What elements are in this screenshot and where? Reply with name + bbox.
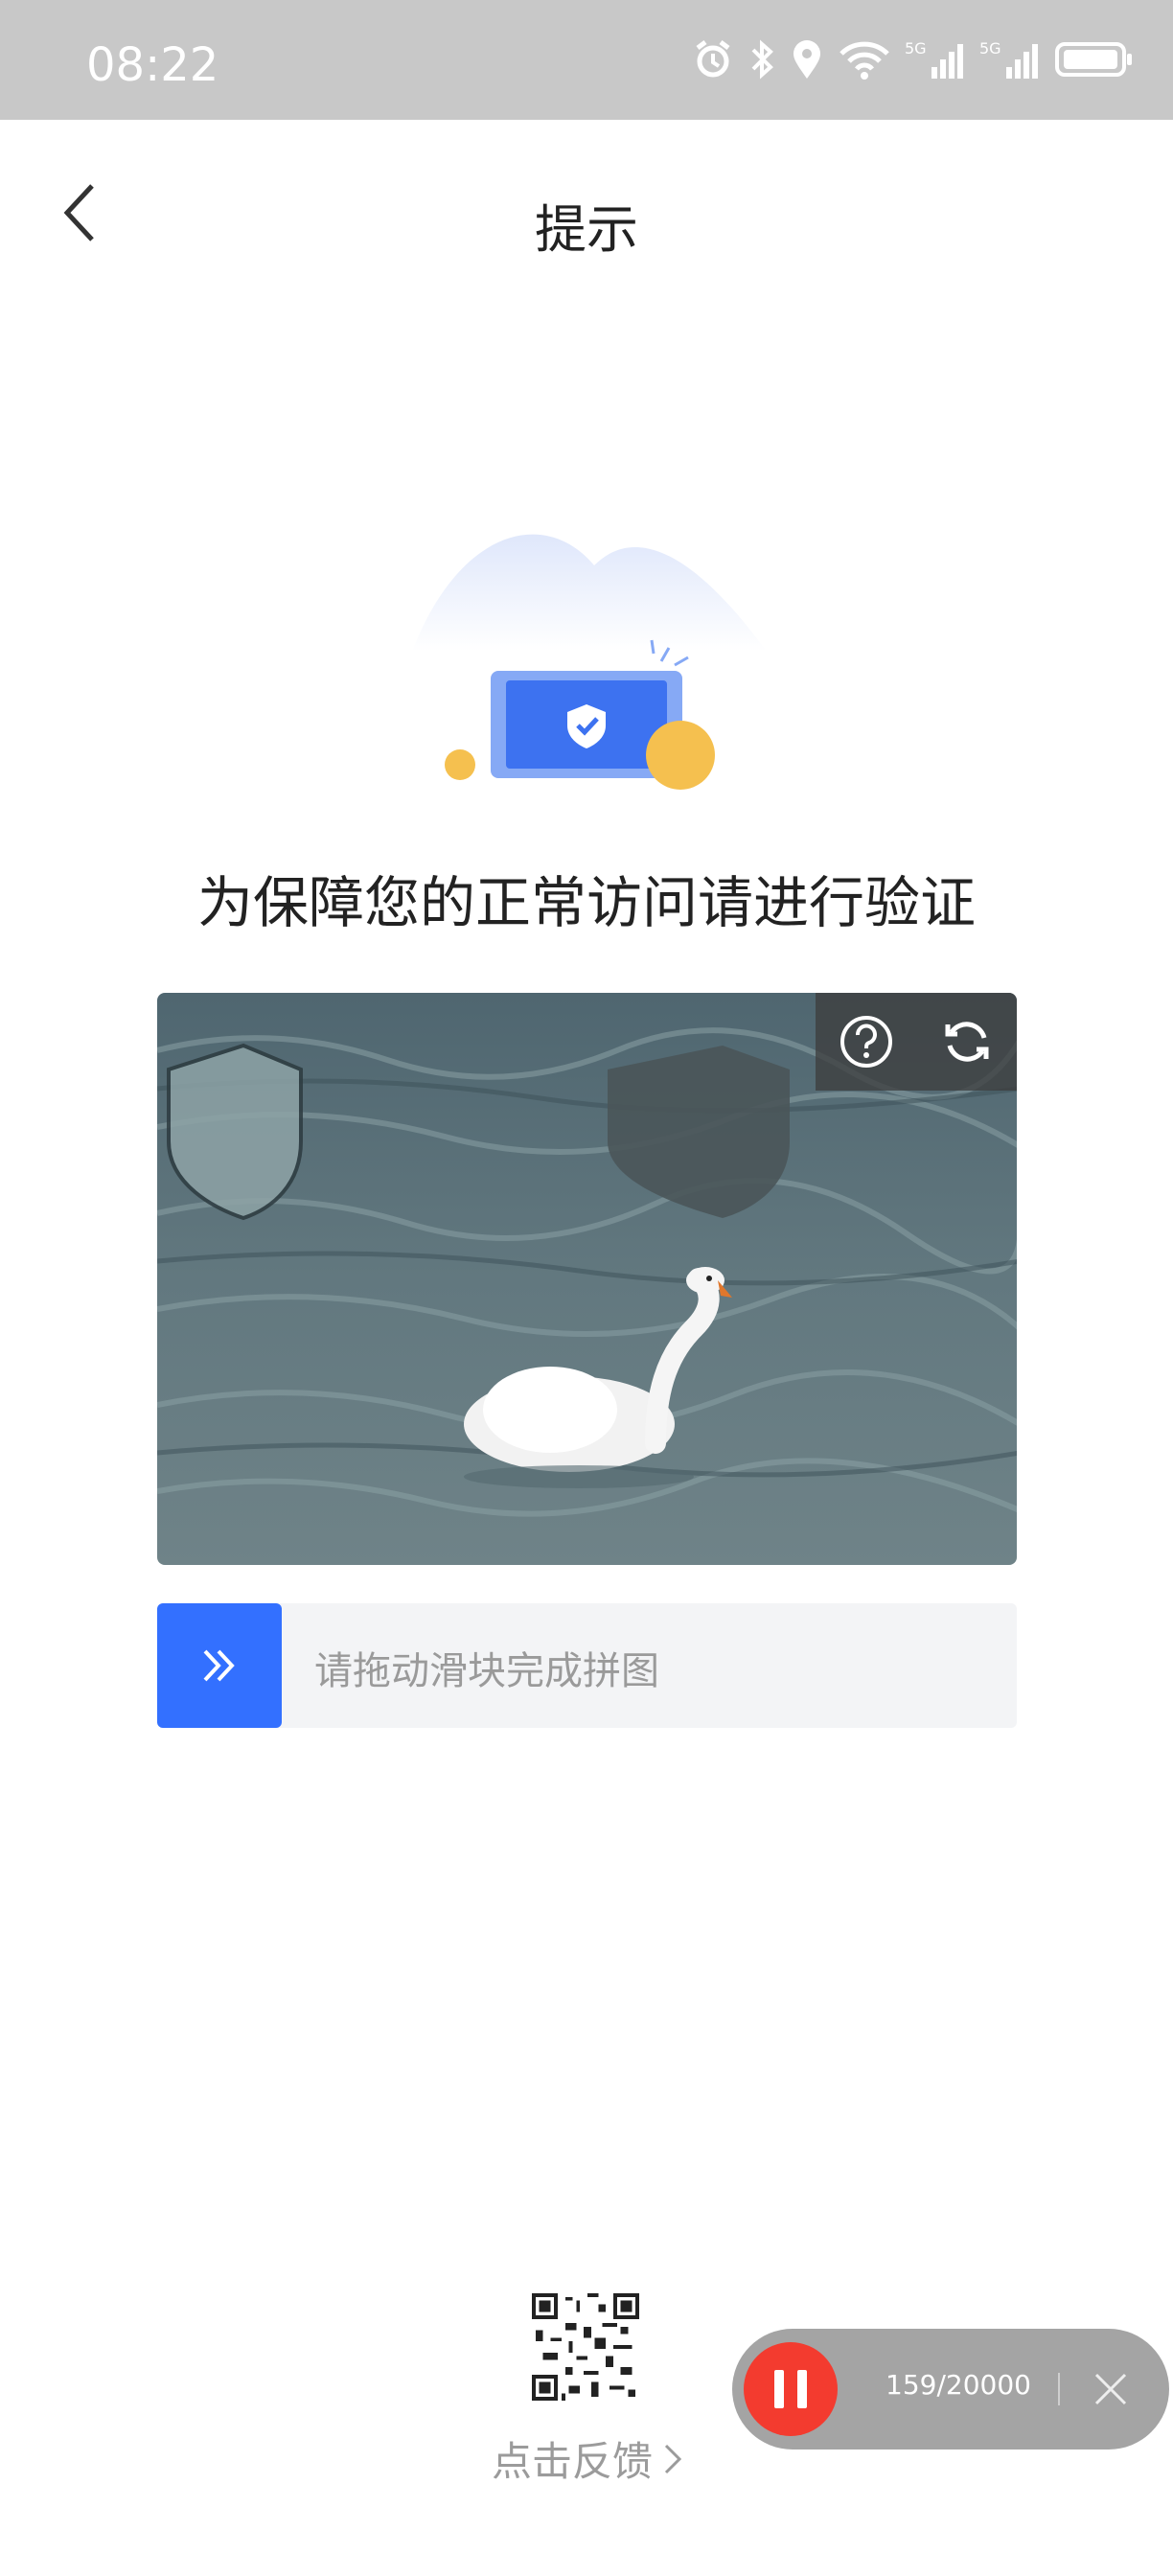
close-icon[interactable]: [1087, 2365, 1135, 2413]
chevron-right-icon: [664, 2444, 682, 2473]
help-button[interactable]: [838, 1013, 895, 1070]
status-time: 08:22: [86, 38, 219, 92]
svg-text:5G: 5G: [979, 39, 1001, 58]
slider-hint: 请拖动滑块完成拼图: [314, 1649, 659, 1693]
recorder-pill: 159/20000: [732, 2329, 1169, 2450]
pause-icon: [774, 2370, 784, 2408]
puzzle-slider: 请拖动滑块完成拼图: [157, 1603, 1017, 1728]
wifi-icon: [840, 41, 889, 80]
battery-icon: [1055, 42, 1132, 77]
location-icon: [794, 40, 820, 79]
slider-handle[interactable]: [157, 1603, 282, 1728]
verification-headline: 为保障您的正常访问请进行验证: [196, 870, 976, 935]
double-chevron-right-icon: [203, 1649, 235, 1682]
refresh-button[interactable]: [938, 1013, 996, 1070]
security-illustration: [412, 534, 767, 790]
feedback-link[interactable]: 点击反馈: [492, 2429, 683, 2488]
captcha-image: [157, 993, 1017, 1565]
qr-code: [532, 2293, 639, 2401]
divider: [1058, 2373, 1060, 2405]
signal-5g-icon-2: 5G: [979, 39, 1038, 79]
pause-record-button[interactable]: [744, 2342, 838, 2436]
page-title: 提示: [535, 199, 638, 260]
captcha-toolbar: [816, 993, 1017, 1091]
refresh-icon: [945, 1022, 988, 1062]
status-icons: 5G 5G: [692, 38, 1135, 80]
alarm-icon: [696, 40, 730, 78]
pause-icon-bar: [797, 2370, 807, 2408]
status-bar: 08:22 5G 5G: [0, 0, 1173, 120]
bluetooth-icon: [751, 39, 773, 80]
feedback-label: 点击反馈: [492, 2438, 654, 2485]
svg-text:5G: 5G: [905, 39, 927, 58]
question-icon: [840, 1016, 892, 1068]
signal-5g-icon: 5G: [905, 39, 963, 79]
record-count: 159/20000: [886, 2369, 1031, 2401]
